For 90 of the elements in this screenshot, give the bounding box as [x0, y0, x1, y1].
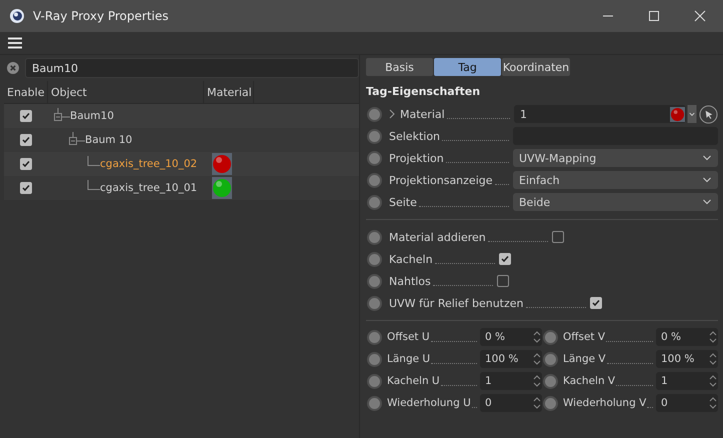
property-label: Projektionsanzeige — [389, 174, 493, 186]
keyframe-circle-icon[interactable] — [367, 330, 382, 344]
keyframe-circle-icon[interactable] — [367, 106, 382, 122]
object-label[interactable]: cgaxis_tree_10_01 — [100, 182, 198, 194]
option-label: Kacheln — [389, 252, 433, 266]
tab[interactable]: Koordinaten — [502, 58, 570, 76]
option-checkbox[interactable] — [590, 297, 602, 309]
parameter-label: Offset V — [563, 331, 606, 343]
number-field[interactable]: 1 — [656, 372, 718, 390]
keyframe-circle-icon[interactable] — [367, 274, 382, 288]
option-checkbox[interactable] — [496, 275, 509, 287]
number-field[interactable]: 1 — [480, 372, 542, 390]
number-field[interactable]: 0 % — [480, 328, 542, 346]
parameter-label: Länge U — [387, 353, 430, 365]
property-label: Projektion — [389, 152, 444, 164]
keyframe-circle-icon[interactable] — [367, 374, 382, 388]
property-label: Seite — [389, 196, 417, 208]
chevron-down-icon — [702, 155, 712, 161]
chevron-down-icon — [702, 177, 712, 183]
dropdown[interactable]: UVW-Mapping — [513, 149, 718, 167]
material-field[interactable]: 1 — [514, 105, 686, 123]
tab[interactable]: Tag — [434, 58, 501, 76]
keyframe-circle-icon[interactable] — [367, 194, 382, 210]
section-title: Tag-Eigenschaften — [366, 85, 482, 100]
spinner-arrows-icon[interactable] — [533, 329, 541, 345]
window-title: V-Ray Proxy Properties — [33, 9, 170, 23]
maximize-icon[interactable] — [648, 10, 660, 22]
collapse-icon[interactable] — [69, 132, 85, 148]
enable-checkbox[interactable] — [20, 134, 32, 146]
option-checkbox[interactable] — [498, 253, 511, 265]
parameter-label: Kacheln U — [387, 375, 440, 387]
object-label[interactable]: Baum10 — [70, 110, 114, 122]
enable-checkbox[interactable] — [20, 158, 32, 170]
number-field[interactable]: 0 — [480, 394, 542, 412]
number-field[interactable]: 100 % — [656, 350, 718, 368]
spinner-arrows-icon[interactable] — [709, 395, 717, 411]
keyframe-circle-icon[interactable] — [367, 172, 382, 188]
menu-icon[interactable] — [8, 37, 22, 49]
number-field[interactable]: 0 — [656, 394, 718, 412]
spinner-arrows-icon[interactable] — [533, 373, 541, 389]
keyframe-circle-icon[interactable] — [367, 252, 382, 266]
enable-checkbox[interactable] — [20, 110, 32, 122]
column-header[interactable]: Enable — [4, 81, 48, 103]
parameter-label: Kacheln V — [563, 375, 616, 387]
parameter-label: Wiederholung U — [387, 397, 471, 409]
search-field[interactable]: Baum10 — [25, 58, 359, 78]
tab[interactable]: Basis — [366, 58, 433, 76]
keyframe-circle-icon[interactable] — [543, 374, 558, 388]
material-swatch-icon — [212, 152, 232, 176]
number-field[interactable]: 100 % — [480, 350, 542, 368]
keyframe-circle-icon[interactable] — [367, 352, 382, 366]
close-icon[interactable] — [694, 10, 706, 22]
app-logo-icon — [9, 8, 25, 24]
keyframe-circle-icon[interactable] — [543, 330, 558, 344]
spinner-arrows-icon[interactable] — [533, 395, 541, 411]
spinner-arrows-icon[interactable] — [709, 351, 717, 367]
dropdown[interactable]: Einfach — [513, 171, 718, 189]
option-checkbox[interactable] — [552, 231, 564, 243]
dropdown[interactable]: Beide — [513, 193, 718, 211]
keyframe-circle-icon[interactable] — [367, 230, 382, 244]
column-header[interactable]: Object — [48, 81, 204, 103]
property-label: Material — [400, 108, 445, 120]
property-label: Selektion — [389, 130, 440, 142]
material-swatch-icon — [212, 176, 232, 200]
option-label: Material addieren — [389, 230, 486, 244]
collapse-icon[interactable] — [54, 108, 70, 124]
parameter-label: Länge V — [563, 353, 606, 365]
keyframe-circle-icon[interactable] — [367, 296, 382, 310]
keyframe-circle-icon[interactable] — [367, 396, 382, 410]
option-label: UVW für Relief benutzen — [389, 296, 524, 310]
keyframe-circle-icon[interactable] — [543, 352, 558, 366]
spinner-arrows-icon[interactable] — [709, 373, 717, 389]
chevron-down-icon[interactable] — [687, 105, 697, 123]
spinner-arrows-icon[interactable] — [709, 329, 717, 345]
option-label: Nahtlos — [389, 274, 431, 288]
parameter-label: Wiederholung V — [563, 397, 646, 409]
number-field[interactable]: 0 % — [656, 328, 718, 346]
parameter-label: Offset U — [387, 331, 430, 343]
keyframe-circle-icon[interactable] — [543, 396, 558, 410]
keyframe-circle-icon[interactable] — [367, 150, 382, 166]
keyframe-circle-icon[interactable] — [367, 128, 382, 144]
clear-icon[interactable] — [7, 62, 19, 74]
chevron-down-icon — [702, 199, 712, 205]
enable-checkbox[interactable] — [20, 182, 32, 194]
material-swatch-icon — [670, 106, 685, 122]
object-label[interactable]: cgaxis_tree_10_02 — [100, 158, 198, 170]
object-label[interactable]: Baum 10 — [85, 134, 132, 146]
column-header[interactable]: Material — [204, 81, 254, 103]
pointer-icon[interactable] — [699, 104, 718, 124]
spinner-arrows-icon[interactable] — [533, 351, 541, 367]
